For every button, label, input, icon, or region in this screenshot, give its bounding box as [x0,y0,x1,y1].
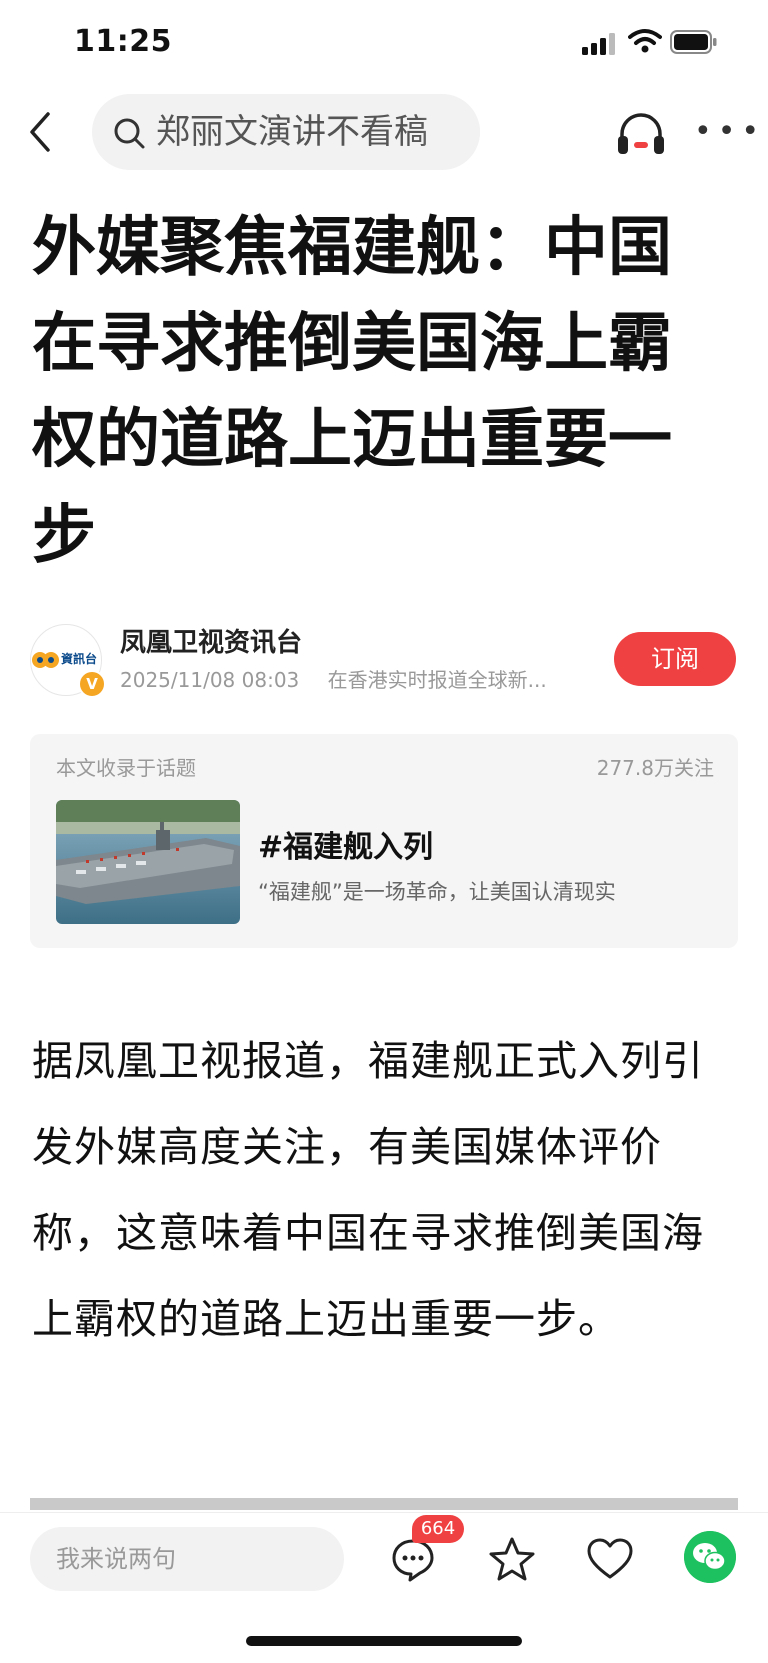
comment-icon[interactable] [390,1537,436,1583]
avatar-text: 資訊台 [61,652,98,666]
content-divider [30,1498,738,1510]
search-bar[interactable]: 郑丽文演讲不看稿 [92,94,480,170]
publish-datetime: 2025/11/08 08:03 [120,668,300,692]
wechat-icon[interactable] [684,1531,736,1583]
topic-card[interactable]: 本文收录于话题 277.8万关注 #福建舰入列 “福建舰”是一场革命，让美国认清… [30,734,738,948]
author-description: 在香港实时报道全球新... [327,668,547,692]
article-title: 外媒聚焦福建舰：中国在寻求推倒美国海上霸权的道路上迈出重要一步 [32,211,672,573]
home-indicator [246,1636,522,1646]
more-icon[interactable]: ••• [694,108,759,156]
search-fade [420,94,480,170]
back-icon[interactable] [22,108,62,156]
topic-followers: 277.8万关注 [596,756,714,780]
author-name[interactable]: 凤凰卫视资讯台 [120,622,302,659]
author-row: 資訊台 V 凤凰卫视资讯台 2025/11/08 08:03 在香港实时报道全球… [30,620,740,700]
subscribe-button[interactable]: 订阅 [614,632,736,686]
topic-thumbnail[interactable] [56,800,240,924]
article-body: 据凤凰卫视报道，福建舰正式入列引发外媒高度关注，有美国媒体评价称，这意味着中国在… [32,1037,704,1343]
search-icon [114,118,145,149]
battery-icon [670,30,717,54]
topic-header: 本文收录于话题 [56,756,196,780]
star-icon[interactable] [488,1535,536,1583]
comment-input[interactable]: 我来说两句 [30,1527,344,1591]
comment-count-badge: 664 [412,1515,464,1543]
status-bar: 11:25 [0,0,768,88]
phoenix-logo-icon [32,652,59,668]
nav-bar: 郑丽文演讲不看稿 ••• [0,92,768,172]
heart-icon[interactable] [586,1537,634,1581]
topic-title[interactable]: #福建舰入列 [258,822,433,866]
verified-badge: V [78,670,106,698]
headphone-icon[interactable] [616,110,666,156]
wifi-icon [628,29,662,53]
topic-description: “福建舰”是一场革命，让美国认清现实 [258,880,616,904]
bottom-bar: 我来说两句 664 [0,1512,768,1612]
status-time: 11:25 [74,24,172,59]
cellular-signal-icon [582,33,615,55]
author-meta: 2025/11/08 08:03 在香港实时报道全球新... [120,664,547,693]
